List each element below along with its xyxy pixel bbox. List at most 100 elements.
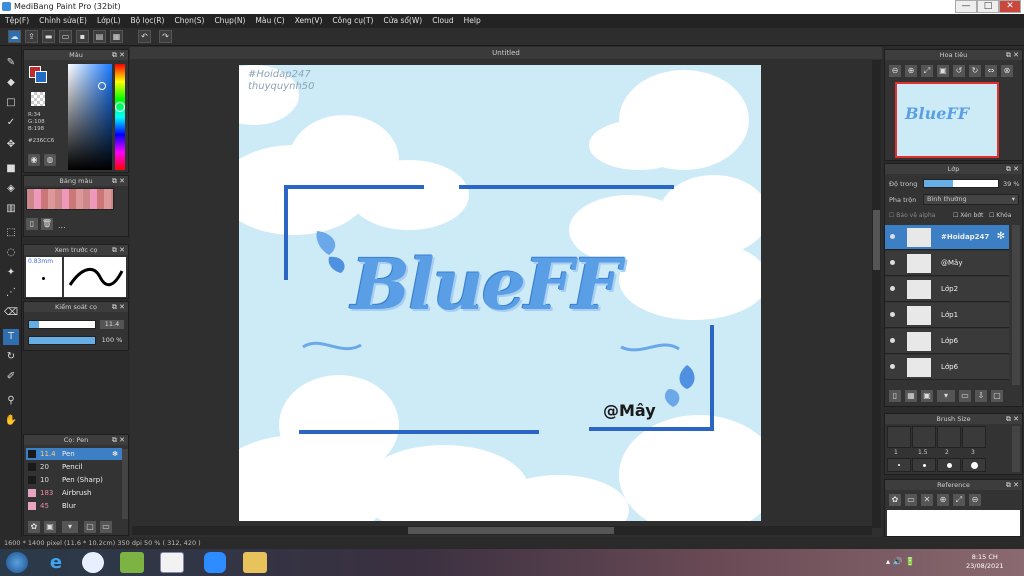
- eye-icon[interactable]: [890, 286, 895, 291]
- brush-list-scrollbar[interactable]: [122, 449, 128, 519]
- palette-swatches[interactable]: [26, 188, 114, 210]
- layer-row[interactable]: Lớp2: [885, 277, 1009, 302]
- brush-size-cell[interactable]: [887, 458, 911, 472]
- panel-close-icon[interactable]: ⧉ ✕: [112, 302, 125, 312]
- layer-folder-icon[interactable]: ▭: [959, 390, 971, 402]
- size-value[interactable]: 11.4: [100, 320, 124, 329]
- zoom-tool-icon[interactable]: ⚲: [3, 393, 19, 409]
- brush-folder-icon[interactable]: ▣: [44, 521, 56, 533]
- menu-tools[interactable]: Công cụ(T): [327, 14, 378, 25]
- flip-icon[interactable]: ⇔: [985, 65, 997, 77]
- document-canvas[interactable]: #Hoidap247 thuyquynh50 BlueFF @Mây: [239, 65, 761, 521]
- reference-fit-icon[interactable]: ⤢: [953, 494, 965, 506]
- zoom-icon[interactable]: [204, 552, 226, 573]
- layer-row[interactable]: Lớp6: [885, 355, 1009, 380]
- brush-size-scrollbar[interactable]: [1012, 426, 1020, 472]
- layer-row[interactable]: #Hoidap247 ✻: [885, 225, 1009, 250]
- magic-wand-icon[interactable]: ✦: [3, 265, 19, 281]
- grid-icon[interactable]: ▦: [110, 30, 123, 43]
- brush-size-cell[interactable]: [962, 426, 986, 448]
- reference-zoom-in-icon[interactable]: ⊕: [937, 494, 949, 506]
- undo-icon[interactable]: ↶: [138, 30, 151, 43]
- brush-size-cell[interactable]: [887, 426, 911, 448]
- fill-rect-icon[interactable]: ■: [3, 161, 19, 177]
- layer-scrollbar[interactable]: [1012, 225, 1020, 385]
- size-slider[interactable]: [28, 320, 96, 329]
- brush-item[interactable]: 11.4 Pen ✻: [26, 448, 122, 460]
- clock[interactable]: 8:15 CH 23/08/2021: [966, 553, 1003, 571]
- eyedropper-tool-icon[interactable]: ✐: [3, 369, 19, 385]
- picker-icon[interactable]: ◍: [44, 154, 56, 166]
- brush-size-cell[interactable]: [937, 458, 961, 472]
- explorer-icon[interactable]: [243, 552, 267, 573]
- fit-icon[interactable]: ⤢: [921, 65, 933, 77]
- palette-more[interactable]: ...: [58, 221, 66, 230]
- menu-color[interactable]: Màu (C): [250, 14, 289, 25]
- delete-layer-icon[interactable]: ▢: [991, 390, 1003, 402]
- panel-close-icon[interactable]: ⧉ ✕: [1006, 414, 1019, 424]
- text-tool-icon[interactable]: T: [3, 329, 19, 345]
- brush-size-cell[interactable]: [962, 458, 986, 472]
- divide-tool-icon[interactable]: ↻: [3, 349, 19, 365]
- brush-item[interactable]: 45 Blur: [26, 500, 122, 512]
- vertical-scrollbar[interactable]: [872, 60, 881, 528]
- menu-window[interactable]: Cửa sổ(W): [378, 14, 427, 25]
- new-halftone-layer-icon[interactable]: ▦: [905, 390, 917, 402]
- panel-close-icon[interactable]: ⧉ ✕: [1006, 50, 1019, 60]
- opacity-value[interactable]: 100 %: [100, 336, 124, 345]
- reference-area[interactable]: [887, 510, 1020, 536]
- copy-layer-icon[interactable]: ▣: [921, 390, 933, 402]
- menu-file[interactable]: Tệp(F): [0, 14, 34, 25]
- bucket-tool-icon[interactable]: ◈: [3, 181, 19, 197]
- transparent-swatch[interactable]: [31, 92, 45, 106]
- brush-import-icon[interactable]: ▭: [100, 521, 112, 533]
- menu-view[interactable]: Xem(V): [290, 14, 328, 25]
- selection-pen-icon[interactable]: ✓: [3, 115, 19, 131]
- clip-checkbox[interactable]: ☐ Xén bớt: [953, 212, 983, 219]
- select-eraser-icon[interactable]: ⌫: [3, 305, 19, 321]
- menu-help[interactable]: Help: [459, 14, 486, 25]
- reference-close-icon[interactable]: ✕: [921, 494, 933, 506]
- eye-icon[interactable]: [890, 234, 895, 239]
- panel-close-icon[interactable]: ⧉ ✕: [112, 245, 125, 255]
- zalo-icon[interactable]: [82, 552, 104, 573]
- hue-slider[interactable]: [115, 64, 125, 170]
- zoom-in-icon[interactable]: ⊕: [905, 65, 917, 77]
- upload-icon[interactable]: ⇪: [25, 30, 38, 43]
- dot-tool-icon[interactable]: □: [3, 95, 19, 111]
- brush-item[interactable]: 20 Pencil: [26, 461, 122, 473]
- comment-icon[interactable]: ▬: [42, 30, 55, 43]
- panel-close-icon[interactable]: ⧉ ✕: [112, 176, 125, 186]
- menu-layer[interactable]: Lớp(L): [92, 14, 126, 25]
- color-picker-handle[interactable]: [98, 82, 106, 90]
- redo-icon[interactable]: ↷: [159, 30, 172, 43]
- trash-icon[interactable]: 🗑: [41, 218, 53, 230]
- hue-slider-handle[interactable]: [115, 102, 125, 112]
- lasso-tool-icon[interactable]: ◌: [3, 245, 19, 261]
- menu-filter[interactable]: Bộ lọc(R): [126, 14, 170, 25]
- layout-icon[interactable]: ▤: [93, 30, 106, 43]
- brush-copy-icon[interactable]: ▢: [84, 521, 96, 533]
- layer-row[interactable]: Lớp6: [885, 329, 1009, 354]
- reference-zoom-out-icon[interactable]: ⊖: [969, 494, 981, 506]
- panel-close-icon[interactable]: ⧉ ✕: [112, 435, 125, 445]
- menu-select[interactable]: Chọn(S): [169, 14, 209, 25]
- move-tool-icon[interactable]: ✥: [3, 137, 19, 153]
- gear-icon[interactable]: ✻: [997, 231, 1005, 242]
- gear-icon[interactable]: ✻: [112, 448, 118, 460]
- rotate-right-icon[interactable]: ↻: [969, 65, 981, 77]
- minimize-button[interactable]: —: [955, 0, 977, 13]
- layer-row[interactable]: Lớp1: [885, 303, 1009, 328]
- rotate-left-icon[interactable]: ↺: [953, 65, 965, 77]
- maximize-button[interactable]: □: [977, 0, 999, 13]
- saturation-value-square[interactable]: [68, 64, 112, 170]
- gradient-tool-icon[interactable]: ▥: [3, 201, 19, 217]
- merge-layer-icon[interactable]: ⇩: [975, 390, 987, 402]
- hand-tool-icon[interactable]: ✋: [3, 413, 19, 429]
- document-tab[interactable]: Untitled: [130, 47, 882, 59]
- ie-icon[interactable]: e: [44, 552, 68, 573]
- tray-icons[interactable]: ▴ 🔊 🔋: [886, 557, 915, 566]
- brush-size-cell[interactable]: [912, 458, 936, 472]
- eye-icon[interactable]: [890, 338, 895, 343]
- navigator-preview[interactable]: BlueFF: [895, 82, 999, 158]
